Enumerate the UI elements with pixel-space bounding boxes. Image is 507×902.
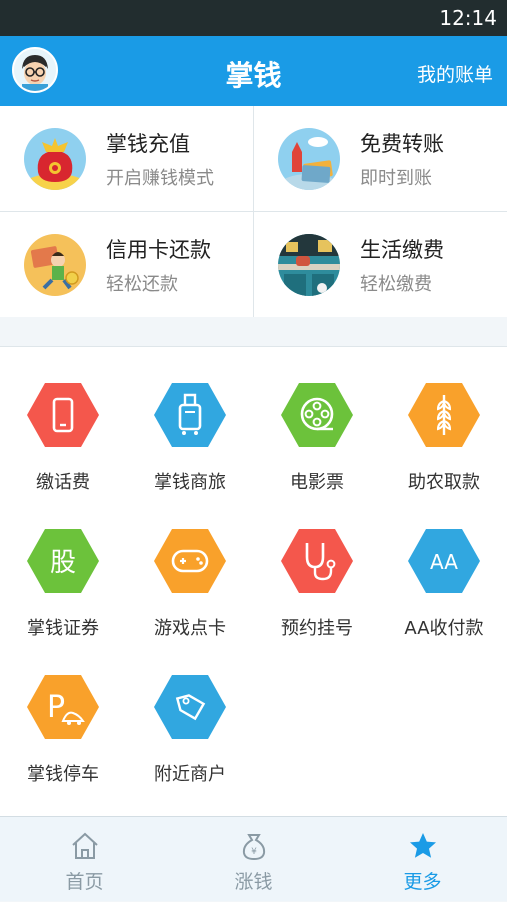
- svg-text:P: P: [47, 690, 65, 725]
- service-nearby-merchants[interactable]: 附近商户: [127, 639, 253, 785]
- luggage-icon: [154, 383, 226, 447]
- svg-text:¥: ¥: [251, 847, 257, 857]
- service-movie-tickets[interactable]: 电影票: [254, 347, 380, 493]
- service-phone-recharge[interactable]: 缴话费: [0, 347, 126, 493]
- service-label: 掌钱停车: [27, 764, 99, 785]
- tab-more[interactable]: 更多: [338, 817, 507, 902]
- quick-action-utility-payment[interactable]: 生活缴费 轻松缴费: [254, 212, 507, 317]
- service-agri-withdrawal[interactable]: 助农取款: [381, 347, 507, 493]
- tab-earn[interactable]: ¥ 涨钱: [169, 817, 338, 902]
- service-parking[interactable]: P 掌钱停车: [0, 639, 126, 785]
- avatar-face-icon: [14, 49, 56, 91]
- quick-action-transfer[interactable]: 免费转账 即时到账: [254, 106, 507, 211]
- rocket-cards-icon: [278, 128, 340, 190]
- service-aa-payment[interactable]: AA AA收付款: [381, 493, 507, 639]
- service-label: 预约挂号: [281, 618, 353, 639]
- stock-glyph-icon: 股: [27, 529, 99, 593]
- my-bill-link[interactable]: 我的账单: [417, 60, 493, 87]
- price-tag-icon: [154, 675, 226, 739]
- service-securities[interactable]: 股 掌钱证券: [0, 493, 126, 639]
- quick-action-name: 免费转账: [360, 132, 444, 156]
- svg-text:AA: AA: [430, 550, 458, 574]
- aa-glyph-icon: AA: [408, 529, 480, 593]
- service-label: 附近商户: [154, 764, 226, 785]
- status-bar: 12:14: [0, 0, 507, 36]
- bottom-tab-bar: 首页 ¥ 涨钱 更多: [0, 816, 507, 901]
- svg-text:股: 股: [50, 548, 76, 578]
- wheat-icon: [408, 383, 480, 447]
- service-label: 掌钱商旅: [154, 472, 226, 493]
- avatar[interactable]: [12, 47, 58, 93]
- service-business-travel[interactable]: 掌钱商旅: [127, 347, 253, 493]
- home-icon: [72, 832, 98, 859]
- kitchen-utilities-icon: [278, 234, 340, 296]
- quick-actions-panel: 掌钱充值 开启赚钱模式 免费转账 即时到账 信用卡还款 轻松还款 生活缴费 轻松…: [0, 106, 507, 317]
- parking-car-icon: P: [27, 675, 99, 739]
- service-appointment[interactable]: 预约挂号: [254, 493, 380, 639]
- tab-home[interactable]: 首页: [0, 817, 169, 902]
- service-label: 游戏点卡: [154, 618, 226, 639]
- money-bag-icon: ¥: [242, 834, 266, 861]
- money-bag-icon: [24, 128, 86, 190]
- quick-action-subtitle: 开启赚钱模式: [106, 168, 214, 189]
- app-header: 掌钱 我的账单: [0, 36, 507, 106]
- film-reel-icon: [281, 383, 353, 447]
- quick-action-name: 掌钱充值: [106, 132, 190, 156]
- stethoscope-icon: [281, 529, 353, 593]
- divider: [0, 211, 507, 212]
- service-label: 电影票: [290, 472, 344, 493]
- service-label: AA收付款: [404, 618, 484, 639]
- mobile-phone-icon: [27, 383, 99, 447]
- quick-action-subtitle: 轻松缴费: [360, 274, 432, 295]
- tab-label: 首页: [65, 871, 104, 893]
- service-label: 缴话费: [36, 472, 90, 493]
- tab-label: 更多: [403, 871, 442, 893]
- service-label: 助农取款: [408, 472, 480, 493]
- gamepad-icon: [154, 529, 226, 593]
- service-label: 掌钱证券: [27, 618, 99, 639]
- quick-action-subtitle: 轻松还款: [106, 274, 178, 295]
- services-grid: 缴话费 掌钱商旅 电影票 助农取款 股 掌钱证券 游戏点卡 预约挂号 AA AA…: [0, 346, 507, 816]
- quick-action-name: 生活缴费: [360, 238, 444, 262]
- credit-card-repay-icon: [24, 234, 86, 296]
- service-game-cards[interactable]: 游戏点卡: [127, 493, 253, 639]
- quick-action-recharge[interactable]: 掌钱充值 开启赚钱模式: [0, 106, 253, 211]
- tab-label: 涨钱: [234, 871, 273, 893]
- quick-action-credit-card-repay[interactable]: 信用卡还款 轻松还款: [0, 212, 253, 317]
- status-time: 12:14: [439, 6, 497, 30]
- quick-action-name: 信用卡还款: [106, 238, 211, 262]
- star-icon: [410, 833, 436, 858]
- quick-action-subtitle: 即时到账: [360, 168, 432, 189]
